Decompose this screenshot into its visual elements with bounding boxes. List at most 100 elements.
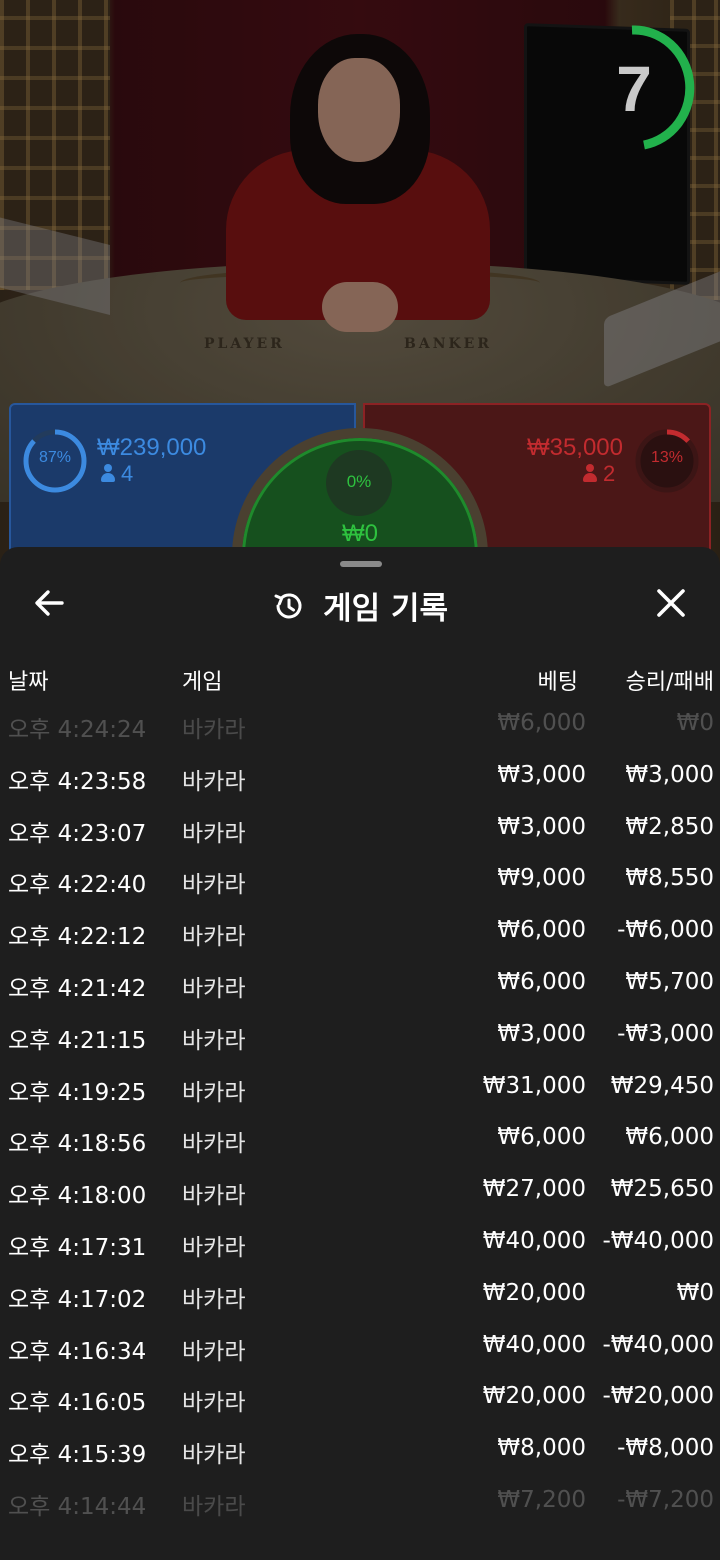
row-time: 오후 4:24:24 bbox=[8, 717, 147, 743]
row-time: 오후 4:21:15 bbox=[8, 1027, 147, 1054]
row-bet: ₩3,000 bbox=[497, 1020, 586, 1047]
row-bet: ₩6,000 bbox=[497, 917, 586, 944]
player-bettor-count: 4 bbox=[121, 461, 134, 486]
banker-bettors: 2 bbox=[583, 461, 615, 487]
row-result: ₩0 bbox=[676, 710, 714, 736]
row-result: -₩20,000 bbox=[602, 1383, 714, 1410]
row-bet: ₩20,000 bbox=[482, 1279, 586, 1306]
row-bet: ₩6,000 bbox=[497, 968, 586, 995]
history-row[interactable]: 오후 4:16:05 바카라 ₩20,000 -₩20,000 bbox=[0, 1371, 720, 1423]
countdown-timer: 7 bbox=[586, 24, 698, 150]
history-row[interactable]: 오후 4:24:24 바카라 ₩6,000 ₩0 bbox=[0, 698, 720, 750]
row-time: 오후 4:22:40 bbox=[8, 872, 147, 899]
history-row[interactable]: 오후 4:22:12 바카라 ₩6,000 -₩6,000 bbox=[0, 905, 720, 957]
row-result: ₩6,000 bbox=[625, 1124, 714, 1151]
row-game: 바카라 bbox=[182, 1183, 246, 1210]
row-time: 오후 4:18:56 bbox=[8, 1131, 147, 1158]
row-bet: ₩20,000 bbox=[482, 1383, 586, 1410]
row-time: 오후 4:17:02 bbox=[8, 1286, 147, 1313]
row-game: 바카라 bbox=[182, 1131, 246, 1158]
sheet-drag-handle[interactable] bbox=[340, 561, 382, 567]
history-row[interactable]: 오후 4:18:00 바카라 ₩27,000 ₩25,650 bbox=[0, 1164, 720, 1216]
row-time: 오후 4:18:00 bbox=[8, 1183, 147, 1210]
row-game: 바카라 bbox=[182, 924, 246, 951]
row-time: 오후 4:23:07 bbox=[8, 820, 147, 847]
row-result: ₩5,700 bbox=[625, 968, 714, 995]
banker-bet-amount: ₩35,000 bbox=[526, 434, 623, 461]
row-time: 오후 4:16:34 bbox=[8, 1338, 147, 1365]
row-result: ₩2,850 bbox=[625, 813, 714, 840]
row-time: 오후 4:23:58 bbox=[8, 768, 147, 795]
row-game: 바카라 bbox=[182, 1079, 246, 1106]
row-time: 오후 4:21:42 bbox=[8, 975, 147, 1002]
history-row[interactable]: 오후 4:23:58 바카라 ₩3,000 ₩3,000 bbox=[0, 750, 720, 802]
history-row[interactable]: 오후 4:19:25 바카라 ₩31,000 ₩29,450 bbox=[0, 1061, 720, 1113]
column-header-game[interactable]: 게임 bbox=[182, 664, 222, 696]
history-row[interactable]: 오후 4:22:40 바카라 ₩9,000 ₩8,550 bbox=[0, 853, 720, 905]
banker-percent: 13% bbox=[650, 449, 684, 466]
row-bet: ₩7,200 bbox=[497, 1486, 586, 1513]
player-bet-amount: ₩239,000 bbox=[97, 434, 207, 461]
row-game: 바카라 bbox=[182, 717, 246, 743]
tie-bet-amount: ₩0 bbox=[342, 520, 378, 547]
row-bet: ₩9,000 bbox=[497, 865, 586, 892]
row-time: 오후 4:16:05 bbox=[8, 1390, 147, 1417]
player-percent: 87% bbox=[38, 449, 72, 466]
history-row[interactable]: 오후 4:21:15 바카라 ₩3,000 -₩3,000 bbox=[0, 1009, 720, 1061]
row-bet: ₩8,000 bbox=[497, 1435, 586, 1462]
row-result: ₩0 bbox=[676, 1279, 714, 1306]
history-row[interactable]: 오후 4:16:34 바카라 ₩40,000 -₩40,000 bbox=[0, 1320, 720, 1372]
row-result: -₩6,000 bbox=[617, 917, 714, 944]
close-button[interactable] bbox=[648, 583, 694, 623]
column-header-result[interactable]: 승리/패배 bbox=[626, 664, 714, 696]
history-icon bbox=[274, 592, 302, 618]
close-icon bbox=[657, 589, 685, 617]
history-row[interactable]: 오후 4:21:42 바카라 ₩6,000 ₩5,700 bbox=[0, 957, 720, 1009]
history-row[interactable]: 오후 4:17:02 바카라 ₩20,000 ₩0 bbox=[0, 1268, 720, 1320]
history-row[interactable]: 오후 4:14:44 바카라 ₩7,200 -₩7,200 bbox=[0, 1475, 720, 1527]
row-bet: ₩40,000 bbox=[482, 1331, 586, 1358]
row-result: ₩25,650 bbox=[610, 1176, 714, 1203]
history-list: 오후 4:24:24 바카라 ₩6,000 ₩0 오후 4:23:58 바카라 ₩3,000… bbox=[0, 698, 720, 1527]
row-time: 오후 4:14:44 bbox=[8, 1493, 147, 1520]
history-row[interactable]: 오후 4:17:31 바카라 ₩40,000 -₩40,000 bbox=[0, 1216, 720, 1268]
row-game: 바카라 bbox=[182, 1493, 246, 1520]
row-bet: ₩3,000 bbox=[497, 761, 586, 788]
row-bet: ₩40,000 bbox=[482, 1227, 586, 1254]
row-game: 바카라 bbox=[182, 1390, 246, 1417]
person-icon bbox=[101, 464, 115, 482]
row-game: 바카라 bbox=[182, 820, 246, 847]
person-icon bbox=[583, 464, 597, 482]
row-game: 바카라 bbox=[182, 768, 246, 795]
history-row[interactable]: 오후 4:15:39 바카라 ₩8,000 -₩8,000 bbox=[0, 1423, 720, 1475]
row-result: -₩40,000 bbox=[602, 1227, 714, 1254]
history-row[interactable]: 오후 4:23:07 바카라 ₩3,000 ₩2,850 bbox=[0, 802, 720, 854]
row-result: ₩8,550 bbox=[625, 865, 714, 892]
row-bet: ₩27,000 bbox=[482, 1176, 586, 1203]
row-result: ₩3,000 bbox=[625, 761, 714, 788]
row-result: -₩40,000 bbox=[602, 1331, 714, 1358]
sheet-title: 게임 기록 bbox=[0, 583, 720, 627]
row-game: 바카라 bbox=[182, 1234, 246, 1261]
timer-seconds: 7 bbox=[616, 53, 652, 125]
row-time: 오후 4:15:39 bbox=[8, 1442, 147, 1469]
row-bet: ₩3,000 bbox=[497, 813, 586, 840]
player-bettors: 4 bbox=[101, 461, 133, 487]
row-game: 바카라 bbox=[182, 1442, 246, 1469]
column-header-date[interactable]: 날짜 bbox=[8, 664, 48, 696]
game-history-sheet: 게임 기록 날짜 게임 베팅 승리/패배 오후 4:24:24 바카라 ₩6,000… bbox=[0, 547, 720, 1560]
row-game: 바카라 bbox=[182, 1286, 246, 1313]
row-bet: ₩31,000 bbox=[482, 1072, 586, 1099]
column-header-bet[interactable]: 베팅 bbox=[538, 664, 578, 696]
row-result: -₩7,200 bbox=[617, 1486, 714, 1513]
tie-percent: 0% bbox=[346, 472, 372, 491]
row-result: -₩8,000 bbox=[617, 1435, 714, 1462]
history-row[interactable]: 오후 4:18:56 바카라 ₩6,000 ₩6,000 bbox=[0, 1112, 720, 1164]
row-time: 오후 4:19:25 bbox=[8, 1079, 147, 1106]
banker-bettor-count: 2 bbox=[603, 461, 616, 486]
row-game: 바카라 bbox=[182, 1338, 246, 1365]
row-game: 바카라 bbox=[182, 975, 246, 1002]
row-bet: ₩6,000 bbox=[497, 1124, 586, 1151]
row-time: 오후 4:17:31 bbox=[8, 1234, 147, 1261]
row-game: 바카라 bbox=[182, 1027, 246, 1054]
